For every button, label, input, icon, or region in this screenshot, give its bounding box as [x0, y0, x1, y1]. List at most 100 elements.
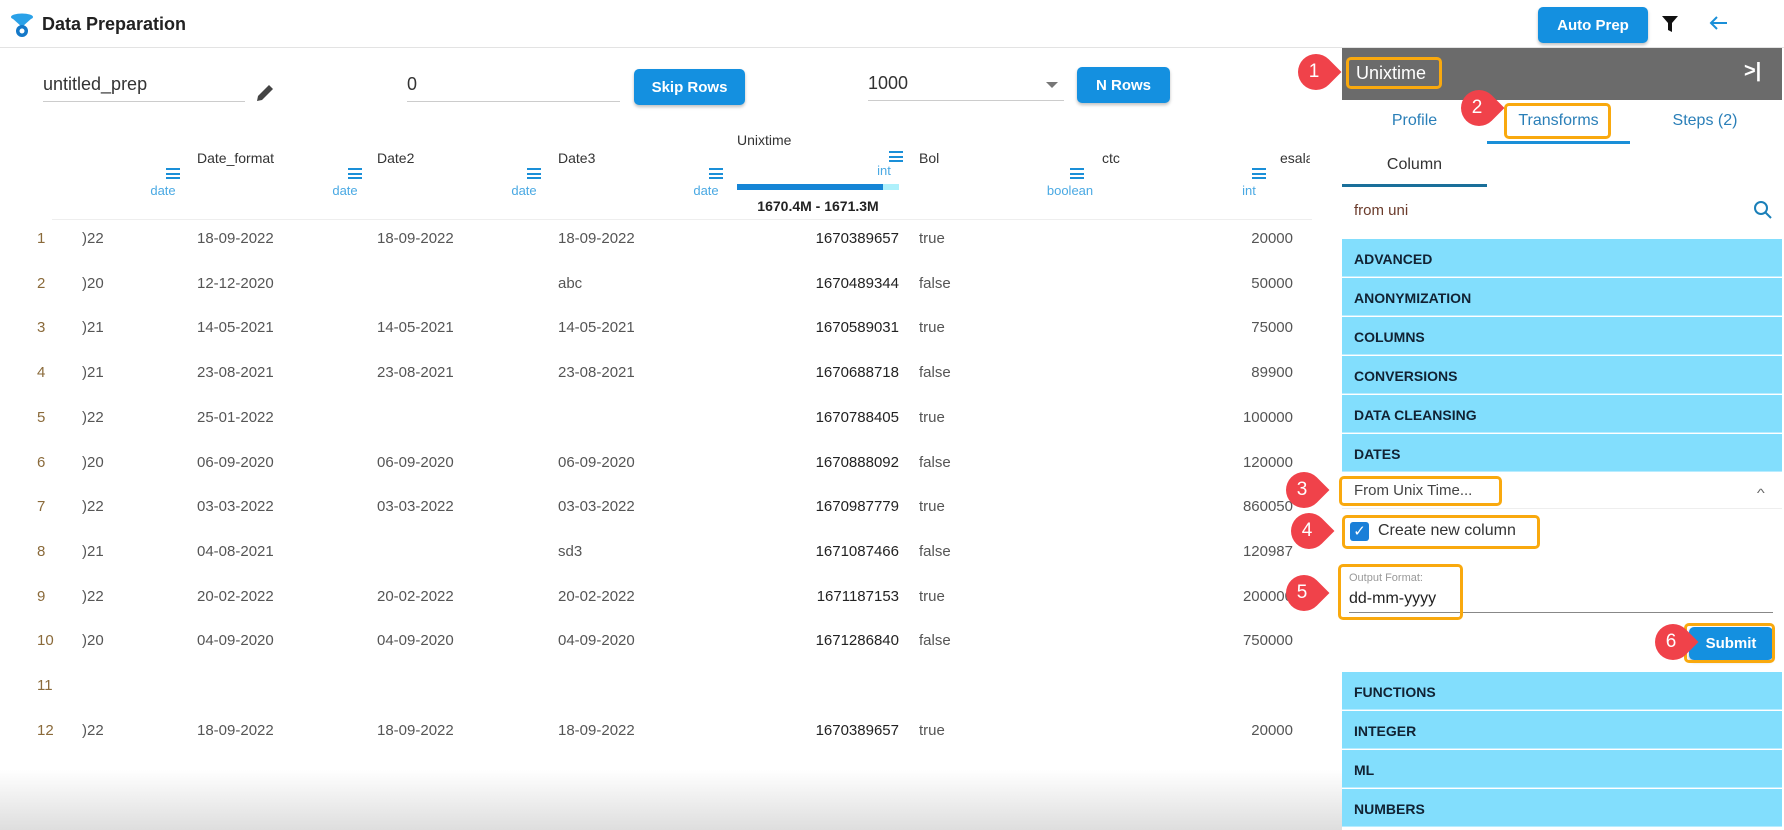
skip-rows-button[interactable]: Skip Rows: [634, 69, 745, 105]
cell-unixtime: 1670688718: [815, 364, 899, 382]
table-cell: )21: [82, 364, 104, 382]
divider: [1342, 508, 1782, 509]
category-data-cleansing[interactable]: DATA CLEANSING: [1342, 395, 1782, 433]
category-advanced[interactable]: ADVANCED: [1342, 239, 1782, 277]
cell-ctc: 75000: [1251, 319, 1293, 337]
row-number: 8: [37, 542, 46, 560]
table-cell: 18-09-2022: [377, 721, 454, 739]
row-number: 3: [37, 319, 46, 337]
column-menu-icon[interactable]: [166, 168, 180, 179]
cell-ctc: 120000: [1242, 453, 1293, 471]
category-numbers[interactable]: NUMBERS: [1342, 789, 1782, 827]
table-cell: )21: [82, 542, 104, 560]
back-arrow-icon[interactable]: [1708, 15, 1728, 31]
column-header-date3[interactable]: Date3: [558, 150, 595, 166]
row-number: 4: [37, 364, 46, 382]
table-cell: )20: [82, 453, 104, 471]
category-anonymization[interactable]: ANONYMIZATION: [1342, 278, 1782, 316]
chevron-down-icon: [1046, 82, 1058, 94]
chevron-up-icon[interactable]: ^: [1757, 486, 1765, 500]
highlight-box: [1339, 476, 1502, 506]
column-menu-icon[interactable]: [348, 168, 362, 179]
column-type-label: date: [332, 183, 358, 198]
nrows-select[interactable]: 1000: [868, 73, 1064, 101]
cell-unixtime: 1670489344: [815, 274, 899, 292]
highlight-box: [1342, 515, 1540, 549]
cell-ctc: 100000: [1242, 408, 1293, 426]
logo-icon: [11, 13, 33, 37]
step-number: 2: [1471, 97, 1483, 118]
row-number: 6: [37, 453, 46, 471]
column-header-unixtime[interactable]: Unixtime: [737, 132, 791, 148]
step-marker-2: 2: [1453, 82, 1505, 134]
category-integer[interactable]: INTEGER: [1342, 711, 1782, 749]
table-cell: 25-01-2022: [197, 408, 274, 426]
category-ml[interactable]: ML: [1342, 750, 1782, 788]
highlight-box: [1346, 57, 1442, 89]
step-marker-4: 4: [1283, 505, 1335, 557]
search-icon[interactable]: [1753, 200, 1773, 220]
n-rows-button[interactable]: N Rows: [1077, 67, 1170, 103]
unixtime-histogram: [737, 184, 899, 190]
table-cell: false: [919, 542, 951, 560]
app-title: Data Preparation: [42, 14, 187, 34]
row-number: 7: [37, 498, 46, 516]
table-cell: )20: [82, 274, 104, 292]
highlight-box: [1338, 564, 1463, 620]
cell-unixtime: 1671286840: [815, 632, 899, 650]
column-header-date2[interactable]: Date2: [377, 150, 414, 166]
column-menu-icon[interactable]: [1252, 168, 1266, 179]
category-columns[interactable]: COLUMNS: [1342, 317, 1782, 355]
cell-ctc: 20000: [1251, 721, 1293, 739]
header-divider: [52, 219, 1312, 220]
filter-icon[interactable]: [1661, 15, 1679, 33]
column-menu-icon[interactable]: [1070, 168, 1084, 179]
column-header-date_format[interactable]: Date_format: [197, 150, 274, 166]
transform-search-input[interactable]: from uni: [1354, 202, 1408, 219]
step-number: 4: [1301, 520, 1313, 541]
cell-ctc: 200000: [1242, 587, 1293, 605]
cell-unixtime: 1670389657: [815, 230, 899, 247]
table-cell: 23-08-2021: [377, 364, 454, 382]
column-menu-icon[interactable]: [527, 168, 541, 179]
prep-name-input[interactable]: untitled_prep: [43, 74, 245, 102]
table-cell: true: [919, 319, 945, 337]
table-cell: )22: [82, 721, 104, 739]
auto-prep-button[interactable]: Auto Prep: [1538, 7, 1648, 43]
column-header-esala[interactable]: esala: [1280, 150, 1310, 166]
table-cell: true: [919, 498, 945, 516]
table-cell: true: [919, 721, 945, 739]
cell-unixtime: 1670389657: [815, 721, 899, 739]
table-cell: )21: [82, 319, 104, 337]
column-header-ctc[interactable]: ctc: [1102, 150, 1120, 166]
column-menu-icon[interactable]: [709, 168, 723, 179]
tab-steps[interactable]: Steps (2): [1630, 112, 1780, 130]
table-cell: 18-09-2022: [377, 230, 454, 247]
table-cell: 20-02-2022: [377, 587, 454, 605]
table-cell: 23-08-2021: [197, 364, 274, 382]
step-marker-1: 1: [1290, 46, 1342, 98]
category-functions[interactable]: FUNCTIONS: [1342, 672, 1782, 710]
table-cell: 18-09-2022: [558, 721, 635, 739]
column-menu-icon[interactable]: [889, 151, 903, 162]
column-type-label: int: [1242, 183, 1256, 198]
collapse-panel-icon[interactable]: >|: [1744, 60, 1761, 83]
column-type-label: date: [511, 183, 537, 198]
column-header-bol[interactable]: Bol: [919, 150, 939, 166]
category-dates[interactable]: DATES: [1342, 434, 1782, 472]
cell-ctc: 50000: [1251, 274, 1293, 292]
step-number: 1: [1308, 61, 1320, 82]
step-number: 6: [1665, 631, 1677, 652]
cell-ctc: 89900: [1251, 364, 1293, 382]
table-cell: false: [919, 274, 951, 292]
subtab-column[interactable]: Column: [1342, 156, 1487, 174]
edit-pencil-icon[interactable]: [254, 82, 276, 104]
row-number: 2: [37, 274, 46, 292]
table-cell: 06-09-2020: [197, 453, 274, 471]
cell-unixtime: 1670788405: [815, 408, 899, 426]
skip-rows-input[interactable]: 0: [407, 74, 620, 102]
table-cell: false: [919, 453, 951, 471]
table-cell: 20-02-2022: [558, 587, 635, 605]
category-conversions[interactable]: CONVERSIONS: [1342, 356, 1782, 394]
row-number: 10: [37, 632, 54, 650]
